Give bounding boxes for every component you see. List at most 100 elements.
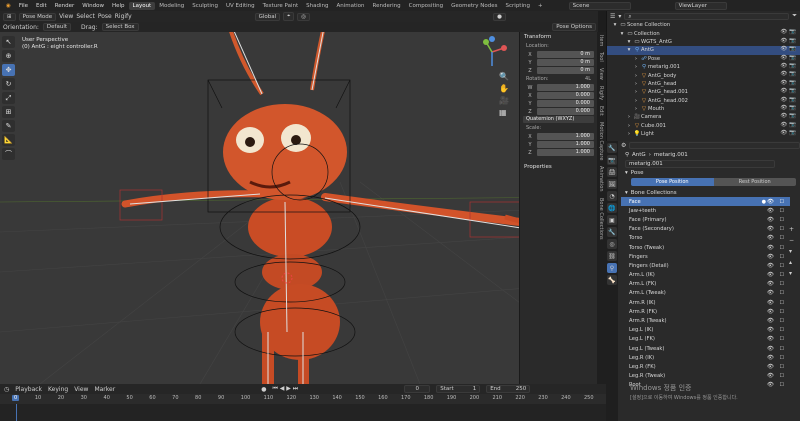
eye-icon[interactable]: 👁 bbox=[767, 199, 774, 205]
visibility-toggle-icon[interactable]: 👁 📷 bbox=[780, 130, 796, 136]
solo-checkbox[interactable]: ☐ bbox=[780, 263, 784, 269]
eye-icon[interactable]: 👁 bbox=[767, 226, 774, 232]
eye-icon[interactable]: 👁 bbox=[767, 272, 774, 278]
outliner-row[interactable]: ▾ ▭ WGTS_AntG 👁 📷 bbox=[607, 38, 800, 46]
render-properties-icon[interactable]: 📷 bbox=[607, 155, 617, 165]
solo-checkbox[interactable]: ☐ bbox=[780, 272, 784, 278]
armature-name-field[interactable]: metarig.001 bbox=[621, 159, 800, 168]
bone-properties-icon[interactable]: 🦴 bbox=[607, 275, 617, 285]
menu-pose[interactable]: Pose bbox=[98, 13, 112, 20]
expand-arrow-icon[interactable]: ▾ bbox=[618, 31, 626, 37]
expand-arrow-icon[interactable]: ▾ bbox=[611, 22, 619, 28]
zoom-icon[interactable]: 🔍 bbox=[499, 72, 509, 81]
start-frame-field[interactable]: Start 1 bbox=[436, 385, 481, 393]
outliner-row[interactable]: › ▽ AntG_body 👁 📷 bbox=[607, 71, 800, 79]
location-z-field[interactable]: Z0 m bbox=[523, 67, 594, 74]
eye-icon[interactable]: 👁 bbox=[767, 336, 774, 342]
visibility-toggle-icon[interactable]: 👁 📷 bbox=[780, 38, 796, 44]
bone-collection-row[interactable]: Torso 👁 ☐ bbox=[621, 234, 790, 243]
select-tool-icon[interactable]: ↖ bbox=[2, 36, 15, 48]
rotation-x-field[interactable]: X 0.000 bbox=[523, 92, 594, 99]
view-layer-properties-icon[interactable]: 🖼 bbox=[607, 179, 617, 189]
remove-collection-icon[interactable]: − bbox=[789, 237, 794, 244]
solo-checkbox[interactable]: ☐ bbox=[780, 373, 784, 379]
scale-z-field[interactable]: Z 1.000 bbox=[523, 149, 594, 156]
solo-checkbox[interactable]: ☐ bbox=[780, 318, 784, 324]
scale-tool-icon[interactable]: ⤢ bbox=[2, 92, 15, 104]
current-frame-field[interactable]: 0 bbox=[404, 385, 431, 393]
eye-icon[interactable]: 👁 bbox=[767, 217, 774, 223]
workspace-tab-uv-editing[interactable]: UV Editing bbox=[222, 2, 259, 10]
outliner-row[interactable]: › ☍ Pose 👁 📷 bbox=[607, 55, 800, 63]
workspace-tab-rendering[interactable]: Rendering bbox=[369, 2, 405, 10]
outliner-row[interactable]: ▾ ▭ Scene Collection bbox=[607, 21, 800, 29]
timeline-editor-icon[interactable]: ◷ bbox=[4, 386, 9, 393]
scale-x-field[interactable]: X 1.000 bbox=[523, 133, 594, 140]
menu-rigify[interactable]: Rigify bbox=[115, 13, 132, 20]
bone-collections-header[interactable]: ▾ Bone Collections bbox=[621, 188, 800, 197]
workspace-tab-geometry-nodes[interactable]: Geometry Nodes bbox=[447, 2, 501, 10]
visibility-toggle-icon[interactable]: 👁 📷 bbox=[780, 122, 796, 128]
menu-select[interactable]: Select bbox=[76, 13, 95, 20]
visibility-toggle-icon[interactable]: 👁 📷 bbox=[780, 63, 796, 69]
workspace-tab-scripting[interactable]: Scripting bbox=[502, 2, 534, 10]
bone-collection-row[interactable]: Arm.L (Tweak) 👁 ☐ bbox=[621, 289, 790, 298]
bone-collection-row[interactable]: Face (Secondary) 👁 ☐ bbox=[621, 225, 790, 234]
menu-playback[interactable]: Playback bbox=[15, 386, 42, 393]
bone-collection-row[interactable]: Leg.L (Tweak) 👁 ☐ bbox=[621, 344, 790, 353]
bone-collection-row[interactable]: Leg.L (FK) 👁 ☐ bbox=[621, 335, 790, 344]
visibility-toggle-icon[interactable]: 👁 📷 bbox=[780, 97, 796, 103]
visibility-toggle-icon[interactable]: 👁 📷 bbox=[780, 46, 796, 52]
orientation-selector[interactable]: Default bbox=[42, 23, 72, 31]
bone-collection-row[interactable]: Face ● 👁 ☐ bbox=[621, 197, 790, 207]
eye-icon[interactable]: 👁 bbox=[767, 290, 774, 296]
solo-checkbox[interactable]: ☐ bbox=[780, 355, 784, 361]
visibility-toggle-icon[interactable]: 👁 📷 bbox=[780, 29, 796, 35]
visibility-toggle-icon[interactable]: 👁 📷 bbox=[780, 113, 796, 119]
expand-arrow-icon[interactable]: › bbox=[632, 73, 640, 79]
expand-arrow-icon[interactable]: › bbox=[632, 56, 640, 62]
output-properties-icon[interactable]: 🖨 bbox=[607, 167, 617, 177]
workspace-tab-animation[interactable]: Animation bbox=[332, 2, 368, 10]
add-collection-icon[interactable]: + bbox=[789, 226, 794, 233]
eye-icon[interactable]: 👁 bbox=[767, 235, 774, 241]
blender-logo-icon[interactable]: ◉ bbox=[2, 3, 15, 9]
pose-panel-header[interactable]: ▾ Pose bbox=[621, 168, 800, 177]
measure-tool-icon[interactable]: 📐 bbox=[2, 134, 15, 146]
bone-collection-row[interactable]: Arm.R (FK) 👁 ☐ bbox=[621, 307, 790, 316]
modifier-properties-icon[interactable]: 🔧 bbox=[607, 227, 617, 237]
bone-collection-row[interactable]: Arm.R (Tweak) 👁 ☐ bbox=[621, 316, 790, 325]
menu-help[interactable]: Help bbox=[108, 3, 129, 9]
eye-icon[interactable]: 👁 bbox=[767, 245, 774, 251]
rotate-tool-icon[interactable]: ↻ bbox=[2, 78, 15, 90]
object-properties-icon[interactable]: ▣ bbox=[607, 215, 617, 225]
expand-arrow-icon[interactable]: › bbox=[625, 123, 633, 129]
eye-icon[interactable]: 👁 bbox=[767, 263, 774, 269]
menu-render[interactable]: Render bbox=[51, 3, 79, 9]
properties-panel-title[interactable]: Properties bbox=[520, 162, 597, 172]
relax-tool-icon[interactable]: ⌒ bbox=[2, 148, 15, 160]
expand-arrow-icon[interactable]: › bbox=[632, 98, 640, 104]
workspace-tab-shading[interactable]: Shading bbox=[302, 2, 332, 10]
navigation-gizmo[interactable] bbox=[476, 36, 508, 68]
end-frame-field[interactable]: End 250 bbox=[486, 385, 531, 393]
menu-file[interactable]: File bbox=[15, 3, 32, 9]
outliner-row[interactable]: ▾ ▭ Collection 👁 📷 bbox=[607, 29, 800, 37]
eye-icon[interactable]: 👁 bbox=[767, 300, 774, 306]
bone-collection-row[interactable]: Leg.R (FK) 👁 ☐ bbox=[621, 362, 790, 371]
bone-collection-row[interactable]: Arm.L (IK) 👁 ☐ bbox=[621, 271, 790, 280]
sidebar-tab-view[interactable]: View bbox=[597, 65, 605, 83]
armature-data-icon[interactable]: ⚲ bbox=[607, 263, 617, 273]
snap-icon[interactable]: ⌖ bbox=[283, 12, 295, 21]
eye-icon[interactable]: 👁 bbox=[767, 254, 774, 260]
outliner-row[interactable]: › ⚲ metarig.001 👁 📷 bbox=[607, 63, 800, 71]
grid-view-icon[interactable]: ▦ bbox=[499, 108, 509, 117]
tool-properties-icon[interactable]: 🔧 bbox=[607, 143, 617, 153]
sidebar-tab-motion-capture[interactable]: Motion Capture bbox=[597, 119, 605, 163]
move-tool-icon[interactable]: ✥ bbox=[2, 64, 15, 76]
filter-icon[interactable]: ⏷ bbox=[792, 12, 797, 20]
bone-collection-row[interactable]: Jaw+teeth 👁 ☐ bbox=[621, 206, 790, 215]
outliner-editor-icon[interactable]: ☰ bbox=[610, 13, 615, 20]
bone-collection-row[interactable]: Arm.R (IK) 👁 ☐ bbox=[621, 298, 790, 307]
visibility-toggle-icon[interactable]: 👁 📷 bbox=[780, 55, 796, 61]
